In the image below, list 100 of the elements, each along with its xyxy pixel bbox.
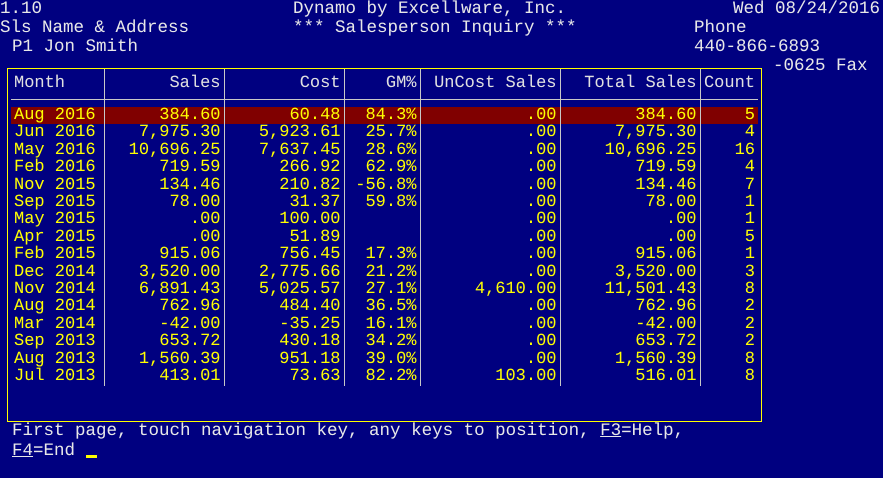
table-cell[interactable]: 34.2%	[344, 333, 420, 351]
table-cell[interactable]: Jul 2013	[11, 368, 104, 386]
table-cell[interactable]: 39.0%	[344, 350, 420, 368]
table-cell[interactable]: 266.92	[224, 159, 344, 177]
table-cell[interactable]: .00	[420, 316, 560, 334]
table-cell[interactable]: 8	[700, 281, 758, 298]
table-cell[interactable]: 6,891.43	[104, 281, 224, 298]
table-cell[interactable]: 210.82	[224, 176, 344, 194]
table-cell[interactable]: 11,501.43	[560, 281, 700, 298]
table-cell[interactable]: 756.45	[224, 246, 344, 264]
table-cell[interactable]: 21.2%	[344, 264, 420, 282]
table-cell[interactable]: May 2016	[11, 142, 104, 160]
table-cell[interactable]: 10,696.25	[104, 142, 224, 160]
table-cell[interactable]: .00	[104, 228, 224, 246]
table-cell[interactable]: .00	[420, 124, 560, 142]
table-cell[interactable]: 8	[700, 368, 758, 386]
table-cell[interactable]: -35.25	[224, 316, 344, 334]
table-cell[interactable]: -56.8%	[344, 176, 420, 194]
table-cell[interactable]: 413.01	[104, 368, 224, 386]
table-cell[interactable]: .00	[420, 142, 560, 160]
table-cell[interactable]: 17.3%	[344, 246, 420, 264]
table-cell[interactable]: .00	[420, 194, 560, 212]
table-cell[interactable]: Sep 2015	[11, 194, 104, 212]
table-cell[interactable]: 134.46	[560, 176, 700, 194]
table-cell[interactable]: 16	[700, 142, 758, 160]
table-cell[interactable]: 36.5%	[344, 298, 420, 316]
table-cell[interactable]: 5	[700, 228, 758, 246]
table-cell[interactable]: 2,775.66	[224, 264, 344, 282]
table-cell[interactable]: 78.00	[104, 194, 224, 212]
table-cell[interactable]: .00	[420, 228, 560, 246]
table-cell[interactable]: .00	[560, 228, 700, 246]
table-cell[interactable]: Nov 2014	[11, 281, 104, 298]
table-cell[interactable]: Aug 2013	[11, 350, 104, 368]
table-cell[interactable]: 5	[700, 107, 758, 124]
table-cell[interactable]: 4	[700, 159, 758, 177]
table-cell[interactable]: 430.18	[224, 333, 344, 351]
table-cell[interactable]: Aug 2014	[11, 298, 104, 316]
table-cell[interactable]: 84.3%	[344, 107, 420, 124]
key-hint[interactable]: F4=End	[12, 441, 76, 461]
table-cell[interactable]: -42.00	[560, 316, 700, 334]
table-cell[interactable]: 60.48	[224, 107, 344, 124]
table-cell[interactable]: Mar 2014	[11, 316, 104, 334]
table-cell[interactable]: 7	[700, 176, 758, 194]
table-cell[interactable]: 28.6%	[344, 142, 420, 160]
table-cell[interactable]: 2	[700, 333, 758, 351]
table-cell[interactable]: 103.00	[420, 368, 560, 386]
table-cell[interactable]: 762.96	[560, 298, 700, 316]
table-cell[interactable]: 134.46	[104, 176, 224, 194]
table-cell[interactable]: Apr 2015	[11, 228, 104, 246]
table-cell[interactable]: 10,696.25	[560, 142, 700, 160]
table-cell[interactable]: 951.18	[224, 350, 344, 368]
table-cell[interactable]: 1,560.39	[560, 350, 700, 368]
table-cell[interactable]: 100.00	[224, 211, 344, 229]
table-cell[interactable]: .00	[560, 211, 700, 229]
table-cell[interactable]: 73.63	[224, 368, 344, 386]
table-cell[interactable]: Feb 2015	[11, 246, 104, 264]
table-cell[interactable]: 2	[700, 316, 758, 334]
table-cell[interactable]: 762.96	[104, 298, 224, 316]
table-cell[interactable]: 7,975.30	[560, 124, 700, 142]
table-cell[interactable]: .00	[420, 211, 560, 229]
table-cell[interactable]: 16.1%	[344, 316, 420, 334]
table-cell[interactable]: 31.37	[224, 194, 344, 212]
table-cell[interactable]: May 2015	[11, 211, 104, 229]
table-cell[interactable]: 384.60	[104, 107, 224, 124]
table-cell[interactable]: 62.9%	[344, 159, 420, 177]
table-cell[interactable]: 5,923.61	[224, 124, 344, 142]
table-cell[interactable]: 1	[700, 211, 758, 229]
table-cell[interactable]: 384.60	[560, 107, 700, 124]
table-cell[interactable]: 78.00	[560, 194, 700, 212]
table-cell[interactable]: 719.59	[104, 159, 224, 177]
table-cell[interactable]: 5,025.57	[224, 281, 344, 298]
table-cell[interactable]: 3	[700, 264, 758, 282]
table-cell[interactable]: 1	[700, 246, 758, 264]
table-cell[interactable]: .00	[420, 298, 560, 316]
table-cell[interactable]: Jun 2016	[11, 124, 104, 142]
table-cell[interactable]: 8	[700, 350, 758, 368]
table-cell[interactable]: 915.06	[560, 246, 700, 264]
table-cell[interactable]: .00	[104, 211, 224, 229]
table-cell[interactable]: 516.01	[560, 368, 700, 386]
table-cell[interactable]: -42.00	[104, 316, 224, 334]
table-cell[interactable]: 653.72	[560, 333, 700, 351]
table-cell[interactable]: .00	[420, 333, 560, 351]
table-cell[interactable]: 484.40	[224, 298, 344, 316]
table-cell[interactable]: Feb 2016	[11, 159, 104, 177]
table-cell[interactable]: .00	[420, 159, 560, 177]
key-hint[interactable]: F3=Help,	[600, 421, 684, 441]
table-cell[interactable]: Sep 2013	[11, 333, 104, 351]
table-cell[interactable]: 59.8%	[344, 194, 420, 212]
table-cell[interactable]: .00	[420, 264, 560, 282]
table-cell[interactable]: .00	[420, 107, 560, 124]
table-cell[interactable]: 25.7%	[344, 124, 420, 142]
table-cell[interactable]: 4	[700, 124, 758, 142]
table-cell[interactable]: 7,975.30	[104, 124, 224, 142]
table-cell[interactable]: 82.2%	[344, 368, 420, 386]
table-cell[interactable]: 3,520.00	[104, 264, 224, 282]
table-cell[interactable]: 51.89	[224, 228, 344, 246]
table-cell[interactable]: 719.59	[560, 159, 700, 177]
table-cell[interactable]: Aug 2016	[11, 107, 104, 124]
table-cell[interactable]: .00	[420, 176, 560, 194]
table-cell[interactable]: .00	[420, 350, 560, 368]
